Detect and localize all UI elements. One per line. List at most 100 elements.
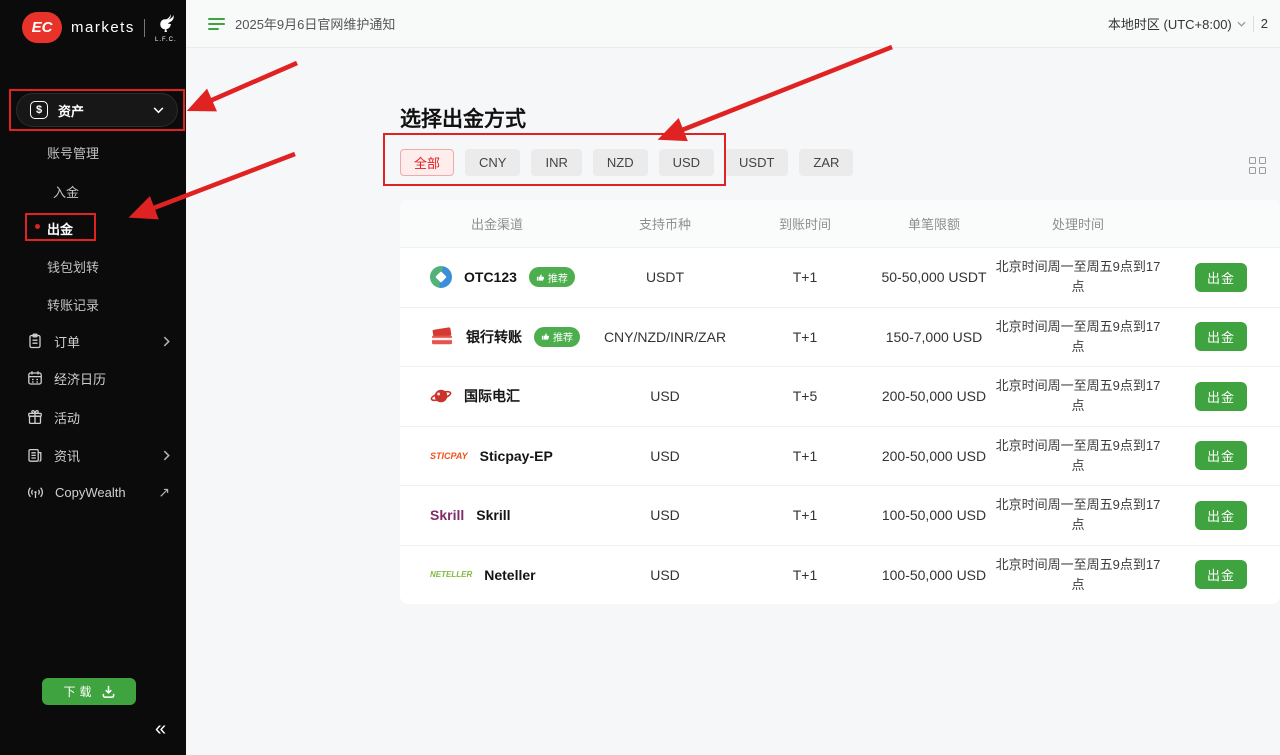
table-header-row: 出金渠道 支持币种 到账时间 单笔限额 处理时间 bbox=[400, 200, 1280, 247]
currency-filter-group: 全部 CNY INR NZD USD USDT ZAR bbox=[400, 149, 853, 176]
badge-label: 推荐 bbox=[553, 329, 573, 344]
cell-arrival: T+1 bbox=[736, 567, 874, 583]
topbar-divider bbox=[1253, 16, 1254, 32]
wallet-transfer-label: 钱包划转 bbox=[47, 260, 99, 275]
annotation-arrow-assets bbox=[196, 63, 297, 107]
channel-name: Skrill bbox=[476, 507, 510, 523]
transfer-record-label: 转账记录 bbox=[47, 298, 99, 313]
sidebar-item-orders[interactable]: 订单 bbox=[27, 329, 170, 353]
cell-arrival: T+1 bbox=[736, 329, 874, 345]
economic-calendar-label: 经济日历 bbox=[54, 369, 106, 388]
filter-chip-zar[interactable]: ZAR bbox=[799, 149, 853, 176]
ec-markets-wordmark: markets bbox=[71, 19, 135, 36]
channel-name: OTC123 bbox=[464, 269, 517, 285]
withdraw-button[interactable]: 出金 bbox=[1195, 382, 1247, 411]
sidebar-item-withdraw[interactable]: 出金 bbox=[47, 219, 73, 238]
cell-limit: 100-50,000 USD bbox=[874, 507, 994, 523]
filter-chip-usdt[interactable]: USDT bbox=[725, 149, 788, 176]
grid-view-icon[interactable] bbox=[1249, 157, 1266, 174]
recommended-badge: 推荐 bbox=[529, 267, 575, 287]
cell-processing: 北京时间周一至周五9点到17点 bbox=[994, 376, 1162, 416]
collapse-sidebar-icon[interactable]: « bbox=[155, 718, 166, 741]
download-label: 下载 bbox=[63, 683, 95, 700]
cell-limit: 50-50,000 USDT bbox=[874, 269, 994, 285]
cell-processing: 北京时间周一至周五9点到17点 bbox=[994, 317, 1162, 357]
table-row-sticpay: STICPAY Sticpay-EP USD T+1 200-50,000 US… bbox=[400, 426, 1280, 486]
channel-name: 银行转账 bbox=[466, 327, 522, 347]
withdraw-button[interactable]: 出金 bbox=[1195, 322, 1247, 351]
wire-transfer-globe-icon bbox=[430, 385, 452, 407]
header-arrival: 到账时间 bbox=[736, 214, 874, 233]
withdraw-button[interactable]: 出金 bbox=[1195, 501, 1247, 530]
cell-arrival: T+5 bbox=[736, 388, 874, 404]
liverbird-icon bbox=[154, 12, 178, 36]
withdraw-button[interactable]: 出金 bbox=[1195, 560, 1247, 589]
cell-processing: 北京时间周一至周五9点到17点 bbox=[994, 436, 1162, 476]
cell-processing: 北京时间周一至周五9点到17点 bbox=[994, 257, 1162, 297]
timezone-selector[interactable]: 本地时区 (UTC+8:00) bbox=[1108, 14, 1246, 33]
cell-currency: USD bbox=[594, 567, 736, 583]
news-icon bbox=[27, 447, 43, 463]
bank-transfer-icon bbox=[430, 327, 454, 347]
table-row-bank-transfer: 银行转账 推荐 CNY/NZD/INR/ZAR T+1 150-7,000 US… bbox=[400, 307, 1280, 367]
filter-chip-inr[interactable]: INR bbox=[531, 149, 581, 176]
cell-processing: 北京时间周一至周五9点到17点 bbox=[994, 555, 1162, 595]
ec-markets-logo: EC bbox=[22, 12, 62, 43]
thumbs-up-icon bbox=[536, 273, 545, 282]
topbar: 2025年9月6日官网维护通知 本地时区 (UTC+8:00) 2 bbox=[186, 0, 1280, 48]
sidebar-item-activities[interactable]: 活动 bbox=[27, 405, 170, 429]
cell-arrival: T+1 bbox=[736, 448, 874, 464]
cell-limit: 200-50,000 USD bbox=[874, 388, 994, 404]
download-icon bbox=[102, 685, 115, 698]
chevron-right-icon bbox=[163, 336, 170, 347]
table-row-skrill: Skrill Skrill USD T+1 100-50,000 USD 北京时… bbox=[400, 485, 1280, 545]
active-dot bbox=[35, 224, 40, 229]
cell-currency: USDT bbox=[594, 269, 736, 285]
sidebar-item-wallet-transfer[interactable]: 钱包划转 bbox=[47, 257, 99, 276]
maintenance-notice[interactable]: 2025年9月6日官网维护通知 bbox=[235, 14, 395, 33]
orders-label: 订单 bbox=[54, 332, 80, 351]
cell-limit: 200-50,000 USD bbox=[874, 448, 994, 464]
clipboard-icon bbox=[27, 333, 43, 349]
filter-chip-nzd[interactable]: NZD bbox=[593, 149, 648, 176]
external-link-icon: ↗ bbox=[158, 484, 170, 501]
download-button[interactable]: 下载 bbox=[42, 678, 136, 705]
chevron-right-icon bbox=[163, 450, 170, 461]
filter-chip-usd[interactable]: USD bbox=[659, 149, 714, 176]
header-limit: 单笔限额 bbox=[874, 214, 994, 233]
logo-divider bbox=[144, 19, 145, 37]
topbar-partial-text: 2 bbox=[1261, 16, 1268, 31]
sidebar-item-news[interactable]: 资讯 bbox=[27, 443, 170, 467]
deposit-label: 入金 bbox=[53, 185, 79, 200]
sidebar-item-transfer-record[interactable]: 转账记录 bbox=[47, 295, 99, 314]
table-row-international-wire: 国际电汇 USD T+5 200-50,000 USD 北京时间周一至周五9点到… bbox=[400, 366, 1280, 426]
header-processing: 处理时间 bbox=[994, 214, 1162, 233]
withdraw-button[interactable]: 出金 bbox=[1195, 263, 1247, 292]
badge-label: 推荐 bbox=[548, 270, 568, 285]
sidebar: EC markets L.F.C. $ 资产 账号管理 入金 出金 钱包划转 转… bbox=[0, 0, 186, 755]
broadcast-icon bbox=[27, 484, 44, 500]
filter-chip-all[interactable]: 全部 bbox=[400, 149, 454, 176]
lfc-liverbird-logo: L.F.C. bbox=[154, 12, 178, 43]
cell-currency: USD bbox=[594, 448, 736, 464]
cell-currency: USD bbox=[594, 388, 736, 404]
sidebar-item-deposit[interactable]: 入金 bbox=[53, 182, 79, 201]
cell-currency: CNY/NZD/INR/ZAR bbox=[594, 329, 736, 345]
timezone-label: 本地时区 (UTC+8:00) bbox=[1108, 14, 1232, 33]
chevron-down-icon bbox=[153, 107, 164, 114]
channel-name: Sticpay-EP bbox=[480, 448, 553, 464]
sidebar-item-economic-calendar[interactable]: 经济日历 bbox=[27, 366, 170, 390]
sidebar-item-assets[interactable]: $ 资产 bbox=[16, 93, 178, 127]
announcement-lines-icon bbox=[208, 18, 225, 30]
sidebar-item-account-management[interactable]: 账号管理 bbox=[47, 143, 99, 162]
chevron-down-icon bbox=[1237, 21, 1246, 27]
filter-chip-cny[interactable]: CNY bbox=[465, 149, 520, 176]
table-row-otc123: OTC123 推荐 USDT T+1 50-50,000 USDT 北京时间周一… bbox=[400, 247, 1280, 307]
withdraw-methods-table: 出金渠道 支持币种 到账时间 单笔限额 处理时间 OTC123 推荐 USDT … bbox=[400, 200, 1280, 604]
otc123-logo-icon bbox=[430, 266, 452, 288]
dollar-icon: $ bbox=[30, 101, 48, 119]
calendar-icon bbox=[27, 370, 43, 386]
sidebar-item-copywealth[interactable]: CopyWealth ↗ bbox=[27, 480, 170, 504]
withdraw-button[interactable]: 出金 bbox=[1195, 441, 1247, 470]
cell-limit: 100-50,000 USD bbox=[874, 567, 994, 583]
